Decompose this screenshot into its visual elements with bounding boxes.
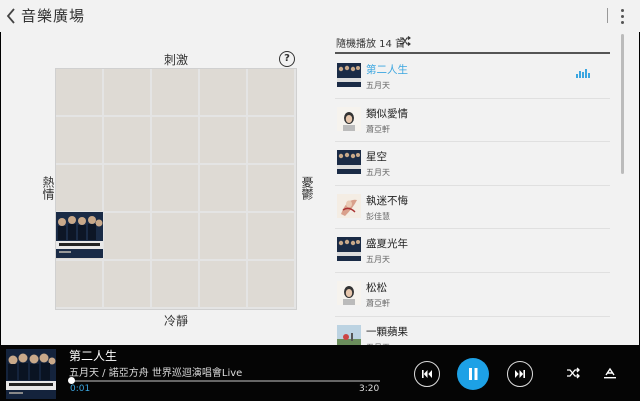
song-title: 星空 bbox=[366, 151, 387, 164]
axis-label-bottom: 冷靜 bbox=[164, 314, 189, 328]
total-time: 3:20 bbox=[359, 384, 380, 394]
mood-cell[interactable] bbox=[104, 165, 150, 211]
album-thumbnail bbox=[337, 63, 361, 87]
song-title: 松松 bbox=[366, 281, 387, 294]
song-artist: 蕭亞軒 bbox=[366, 298, 390, 308]
playlist: 第二人生 五月天 類似愛情 蕭亞軒 星空 五月天 執迷不悔 彭佳慧 盛夏光年 五… bbox=[335, 55, 610, 361]
mood-cell[interactable] bbox=[56, 69, 102, 115]
mood-cell[interactable] bbox=[248, 117, 294, 163]
mood-cell[interactable] bbox=[248, 261, 294, 307]
song-artist: 彭佳慧 bbox=[366, 211, 390, 221]
page-title: 音樂廣場 bbox=[21, 7, 86, 25]
back-arrow-icon[interactable] bbox=[5, 6, 19, 26]
now-playing-subtitle: 五月天 / 諾亞方舟 世界巡迴演唱會Live bbox=[69, 368, 243, 379]
album-thumbnail bbox=[337, 280, 361, 305]
song-title: 一顆蘋果 bbox=[366, 325, 408, 338]
playlist-item[interactable]: 執迷不悔 彭佳慧 bbox=[335, 186, 610, 230]
mood-cell[interactable] bbox=[104, 69, 150, 115]
album-thumbnail bbox=[337, 237, 361, 262]
mood-cell[interactable] bbox=[248, 165, 294, 211]
song-artist: 五月天 bbox=[366, 168, 390, 178]
axis-label-top: 刺激 bbox=[164, 53, 189, 67]
album-thumbnail bbox=[337, 106, 361, 131]
playlist-item[interactable]: 星空 五月天 bbox=[335, 142, 610, 186]
now-playing-album-art[interactable] bbox=[6, 349, 56, 399]
overflow-menu-icon[interactable] bbox=[616, 7, 628, 25]
playlist-item[interactable]: 松松 蕭亞軒 bbox=[335, 273, 610, 317]
album-thumbnail bbox=[337, 150, 361, 175]
seek-bar-handle[interactable] bbox=[68, 377, 76, 384]
playlist-scrollbar[interactable] bbox=[621, 34, 624, 174]
playlist-item[interactable]: 第二人生 五月天 bbox=[335, 55, 610, 99]
now-playing-bar: 第二人生 五月天 / 諾亞方舟 世界巡迴演唱會Live 0:01 3:20 bbox=[0, 345, 640, 401]
mood-grid[interactable] bbox=[55, 68, 297, 310]
playlist-header: 隨機播放 14 首 bbox=[336, 39, 406, 50]
grid-album-cover[interactable] bbox=[56, 212, 103, 258]
playlist-item[interactable]: 類似愛情 蕭亞軒 bbox=[335, 99, 610, 143]
song-title: 執迷不悔 bbox=[366, 194, 408, 207]
mood-cell[interactable] bbox=[200, 165, 246, 211]
mood-cell[interactable] bbox=[104, 117, 150, 163]
shuffle-icon[interactable] bbox=[399, 35, 411, 47]
song-artist: 蕭亞軒 bbox=[366, 124, 390, 134]
now-playing-title: 第二人生 bbox=[69, 349, 118, 363]
mood-cell[interactable] bbox=[200, 213, 246, 259]
axis-label-right: 憂鬱 bbox=[300, 176, 314, 200]
app-header: 音樂廣場 bbox=[0, 0, 640, 32]
album-thumbnail bbox=[337, 193, 361, 218]
shuffle-icon[interactable] bbox=[566, 366, 580, 380]
mood-cell[interactable] bbox=[152, 165, 198, 211]
song-artist: 五月天 bbox=[366, 255, 390, 265]
mood-cell[interactable] bbox=[104, 213, 150, 259]
current-time: 0:01 bbox=[70, 384, 91, 394]
pause-button[interactable] bbox=[457, 358, 489, 390]
playlist-divider bbox=[335, 52, 610, 54]
mood-cell[interactable] bbox=[152, 213, 198, 259]
mood-cell[interactable] bbox=[200, 261, 246, 307]
header-divider bbox=[607, 8, 608, 23]
next-button[interactable] bbox=[507, 361, 533, 387]
mood-cell[interactable] bbox=[152, 69, 198, 115]
mood-cell[interactable] bbox=[56, 165, 102, 211]
song-artist: 五月天 bbox=[366, 81, 390, 90]
song-title: 盛夏光年 bbox=[366, 238, 408, 251]
previous-button[interactable] bbox=[414, 361, 440, 387]
mood-cell[interactable] bbox=[56, 117, 102, 163]
mood-cell[interactable] bbox=[248, 213, 294, 259]
seek-bar[interactable] bbox=[70, 380, 380, 382]
playlist-item[interactable]: 盛夏光年 五月天 bbox=[335, 229, 610, 273]
song-title: 類似愛情 bbox=[366, 107, 408, 120]
repeat-mode-icon[interactable] bbox=[603, 366, 617, 380]
song-title: 第二人生 bbox=[366, 64, 408, 76]
mood-cell[interactable] bbox=[200, 69, 246, 115]
help-icon[interactable]: ? bbox=[279, 51, 295, 67]
mood-cell[interactable] bbox=[248, 69, 294, 115]
now-playing-equalizer-icon bbox=[576, 69, 590, 78]
mood-cell[interactable] bbox=[104, 261, 150, 307]
mood-cell[interactable] bbox=[56, 261, 102, 307]
mood-cell[interactable] bbox=[152, 261, 198, 307]
mood-cell[interactable] bbox=[200, 117, 246, 163]
mood-cell[interactable] bbox=[152, 117, 198, 163]
